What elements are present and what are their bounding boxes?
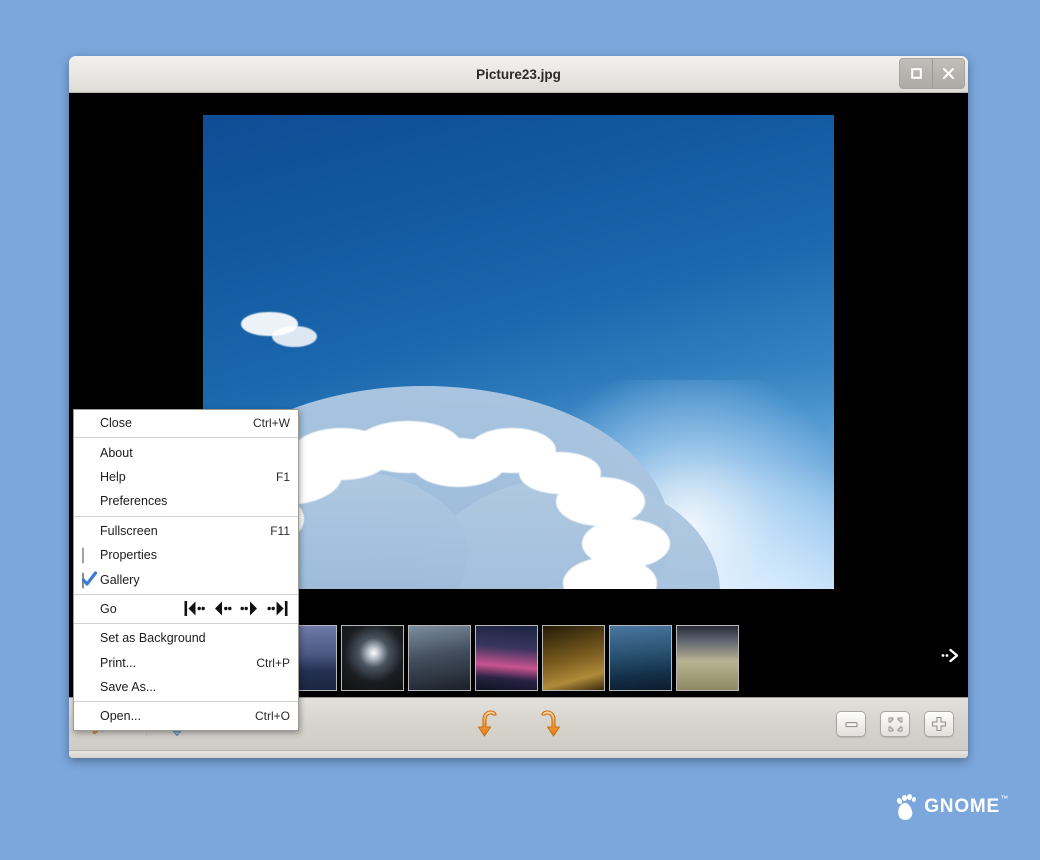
toolbar-right-group (836, 711, 954, 737)
menu-item-label: Properties (100, 548, 157, 563)
desktop: Picture23.jpg Close Ctrl+W About Help F1… (0, 0, 1040, 860)
menu-item-print[interactable]: Print... Ctrl+P (74, 651, 298, 675)
best-fit-button[interactable] (880, 711, 910, 737)
go-first-icon (184, 601, 205, 617)
zoom-in-button[interactable] (924, 711, 954, 737)
menu-item-help[interactable]: Help F1 (74, 465, 298, 489)
plus-icon (932, 717, 946, 731)
menu-separator (74, 437, 298, 439)
menu-item-go[interactable]: Go (74, 597, 298, 621)
checkbox-checked-icon[interactable] (81, 570, 98, 589)
menu-separator (74, 701, 298, 703)
thumbnail-item[interactable] (475, 625, 538, 691)
go-first-button[interactable] (184, 600, 205, 617)
gnome-logo-text: GNOME (924, 796, 1000, 817)
menu-separator (74, 593, 298, 595)
maximize-button[interactable] (900, 59, 932, 88)
menu-item-set-as-background[interactable]: Set as Background (74, 626, 298, 650)
rotate-right-arrow-icon (540, 710, 560, 737)
thumbnail-item[interactable] (542, 625, 605, 691)
go-navigation-group (184, 600, 290, 617)
window-titlebar: Picture23.jpg (69, 56, 968, 93)
maximize-icon (910, 68, 922, 79)
thumbnail-next-button[interactable] (941, 648, 959, 668)
menu-item-label: Save As... (100, 680, 157, 695)
minus-icon (845, 721, 857, 727)
menu-item-label: Close (100, 416, 132, 431)
menu-item-label: About (100, 445, 133, 460)
close-icon (943, 68, 954, 79)
menu-item-fullscreen[interactable]: Fullscreen F11 (74, 519, 298, 543)
window-title: Picture23.jpg (476, 66, 561, 82)
window-controls (899, 58, 965, 89)
corners-fit-icon (888, 717, 902, 731)
check-mark-icon (81, 570, 98, 586)
gnome-trademark: ™ (1000, 794, 1009, 803)
thumbnail-item[interactable] (676, 625, 739, 691)
menu-item-accel: Ctrl+O (254, 709, 290, 724)
window-status-strip (69, 750, 968, 758)
menu-item-label: Open... (100, 709, 141, 724)
rotate-clockwise-button[interactable] (530, 705, 570, 743)
go-last-button[interactable] (267, 600, 288, 617)
menu-item-label: Print... (100, 655, 137, 670)
menu-item-gallery[interactable]: Gallery (74, 567, 298, 591)
rotate-counterclockwise-button[interactable] (468, 705, 508, 743)
menu-item-save-as[interactable]: Save As... (74, 675, 298, 699)
gnome-logo: GNOME ™ (895, 793, 1008, 822)
thumbnail-item[interactable] (341, 625, 404, 691)
zoom-out-button[interactable] (836, 711, 866, 737)
menu-item-accel: Ctrl+W (253, 416, 290, 431)
go-previous-icon (215, 601, 232, 616)
thumbnail-item[interactable] (408, 625, 471, 691)
menu-separator (74, 515, 298, 517)
go-next-icon (240, 601, 257, 616)
go-previous-button[interactable] (213, 600, 232, 617)
menu-item-preferences[interactable]: Preferences (74, 489, 298, 513)
gnome-foot-icon (895, 793, 917, 822)
menu-separator (74, 623, 298, 625)
context-menu: Close Ctrl+W About Help F1 Preferences F… (73, 409, 299, 731)
gnome-wordmark: GNOME ™ (924, 794, 1008, 818)
menu-item-label: Set as Background (100, 631, 206, 646)
menu-item-accel: Ctrl+P (256, 655, 290, 670)
checkbox-unchecked-icon[interactable] (82, 547, 95, 564)
go-next-button[interactable] (240, 600, 259, 617)
close-button[interactable] (932, 59, 964, 88)
menu-item-label: Help (100, 469, 126, 484)
menu-item-about[interactable]: About (74, 440, 298, 464)
menu-item-close[interactable]: Close Ctrl+W (74, 411, 298, 435)
toolbar-center-group (468, 705, 570, 743)
go-last-icon (267, 601, 288, 617)
menu-item-accel: F1 (275, 469, 290, 484)
menu-item-properties[interactable]: Properties (74, 543, 298, 567)
menu-item-accel: F11 (270, 523, 290, 538)
rotate-left-arrow-icon (477, 710, 497, 737)
menu-item-label: Gallery (100, 572, 140, 587)
next-arrow-icon (941, 648, 959, 663)
menu-item-label: Fullscreen (100, 523, 158, 538)
menu-item-label: Preferences (100, 494, 168, 509)
menu-item-open[interactable]: Open... Ctrl+O (74, 704, 298, 728)
menu-item-label: Go (100, 601, 117, 616)
thumbnail-item[interactable] (609, 625, 672, 691)
